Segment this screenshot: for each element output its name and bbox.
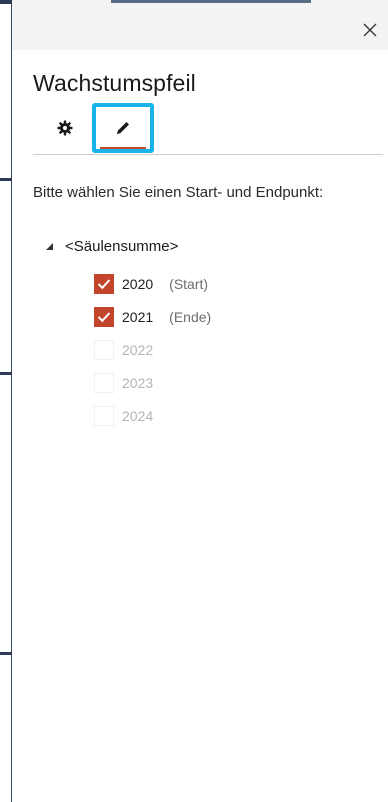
close-icon: [363, 23, 377, 37]
checkmark-icon: [97, 312, 111, 323]
checkbox-2021[interactable]: [94, 307, 114, 327]
instruction-text: Bitte wählen Sie einen Start- und Endpun…: [33, 184, 324, 201]
active-tab-underline: [100, 147, 146, 149]
item-year: 2021: [122, 309, 154, 325]
item-year: 2022: [122, 342, 154, 358]
tree-item-2024: 2024: [94, 405, 153, 427]
panel-titlebar: [12, 0, 388, 50]
item-year: 2020: [122, 276, 154, 292]
checkbox-2022: [94, 340, 114, 360]
item-year: 2023: [122, 375, 154, 391]
checkbox-2020[interactable]: [94, 274, 114, 294]
close-button[interactable]: [358, 18, 382, 42]
tab-strip: [33, 103, 383, 157]
tree-root[interactable]: <Säulensumme>: [43, 238, 178, 255]
collapse-triangle-icon[interactable]: [43, 241, 55, 253]
tabs-divider: [33, 154, 383, 155]
left-window-edge: [0, 0, 12, 802]
side-panel: Wachstumspfeil Bitte wählen Sie einen St…: [0, 0, 388, 802]
tab-edit[interactable]: [92, 103, 154, 153]
checkmark-icon: [97, 279, 111, 290]
tree-item-2023: 2023: [94, 372, 153, 394]
tree-root-label: <Säulensumme>: [65, 238, 179, 255]
item-note: (Ende): [169, 309, 212, 325]
item-year: 2024: [122, 408, 154, 424]
gear-icon: [57, 120, 73, 136]
checkbox-2023: [94, 373, 114, 393]
tree-item-2020[interactable]: 2020 (Start): [94, 273, 208, 295]
panel-title: Wachstumspfeil: [33, 70, 196, 96]
tree-item-2021[interactable]: 2021 (Ende): [94, 306, 211, 328]
tree-item-2022: 2022: [94, 339, 153, 361]
tab-settings[interactable]: [45, 103, 85, 153]
pencil-icon: [117, 122, 129, 134]
checkbox-2024: [94, 406, 114, 426]
item-note: (Start): [169, 276, 209, 292]
